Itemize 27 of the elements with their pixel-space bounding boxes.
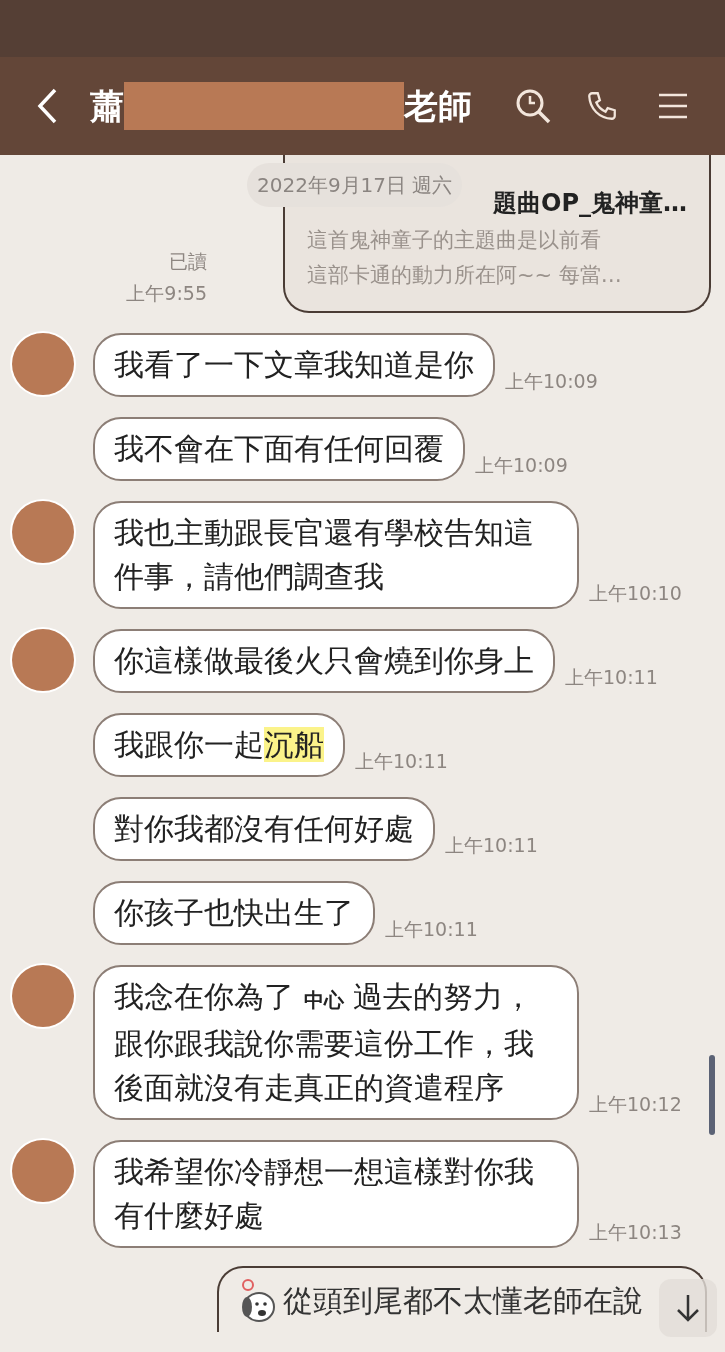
message-bubble: 你這樣做最後火只會燒到你身上 [93,629,555,693]
message-time: 上午10:11 [565,664,658,690]
message-bubble: 對你我都沒有任何好處 [93,797,435,861]
link-description: 這部卡通的動力所在阿~~ 每當… [307,262,622,289]
chat-title: 蕭 [90,84,124,128]
message-time: 上午10:11 [445,832,538,858]
read-receipt: 已讀 [169,249,207,274]
message-bubble: 我念在你為了 中心 過去的努力，跟你跟我說你需要這份工作，我後面就沒有走真正的資遣程序 [93,965,579,1120]
message-time: 上午9:55 [126,281,207,306]
message-time: 上午10:13 [589,1219,682,1245]
message-bubble: 我跟你一起沉船 [93,713,345,777]
message-time: 上午10:10 [589,580,682,606]
chat-title: 老師 [404,84,472,128]
reply-text: 從頭到尾都不太懂老師在說 [283,1281,643,1320]
message-time: 上午10:12 [589,1091,682,1117]
message-time: 上午10:09 [505,368,598,394]
message-bubble: 我看了一下文章我知道是你 [93,333,495,397]
link-description: 這首鬼神童子的主題曲是以前看 [307,227,601,254]
link-title: 題曲OP_鬼神童… [493,188,687,219]
message-bubble: 你孩子也快出生了 [93,881,375,945]
date-toast: 2022年9月17日 週六 [247,163,463,207]
message-bubble: 我希望你冷靜想一想這樣對你我有什麼好處 [93,1140,579,1248]
message-time: 上午10:11 [355,748,448,774]
message-bubble: 我不會在下面有任何回覆 [93,417,465,481]
message-bubble: 我也主動跟長官還有學校告知這件事，請他們調查我 [93,501,579,609]
message-time: 上午10:09 [475,452,568,478]
message-time: 上午10:11 [385,916,478,942]
